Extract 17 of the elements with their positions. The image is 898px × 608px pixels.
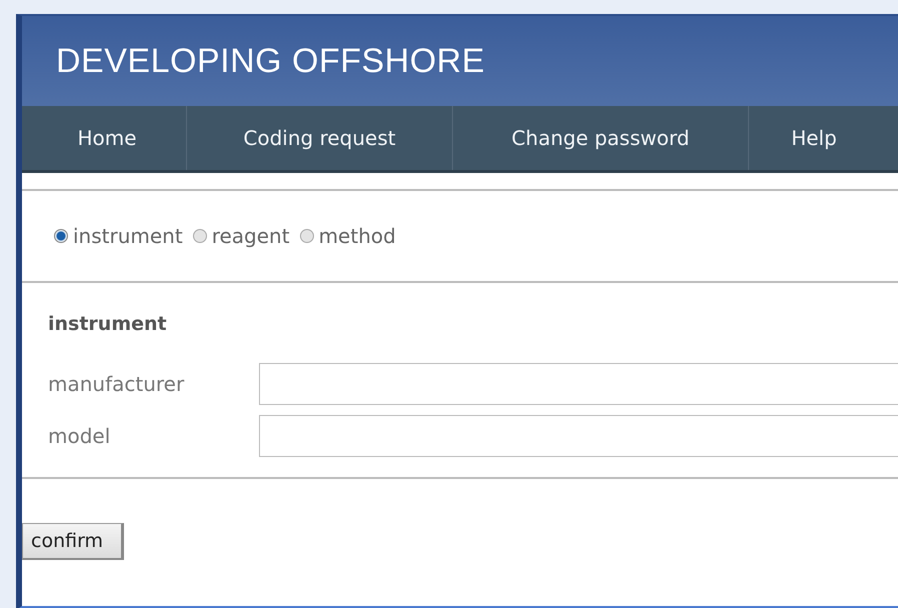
field-label: manufacturer [48,372,186,396]
input-field[interactable] [259,415,898,457]
field-label: model [48,424,112,448]
radio-label: reagent [212,224,290,248]
input-field[interactable] [259,363,898,405]
radio-label: method [318,224,396,248]
nav-link[interactable]: Coding request [187,106,453,170]
section-heading: instrument [47,312,168,335]
site-title: DEVELOPING OFFSHORE [56,42,485,80]
confirm-button[interactable]: confirm [22,523,124,560]
nav-link[interactable]: Change password [453,106,749,170]
radio-button[interactable] [54,229,68,243]
radio-button[interactable] [300,229,314,243]
radio-button[interactable] [192,229,207,243]
nav-link[interactable]: Help [749,106,879,170]
radio-label: instrument [73,224,183,248]
nav-link[interactable]: Home [28,106,187,170]
